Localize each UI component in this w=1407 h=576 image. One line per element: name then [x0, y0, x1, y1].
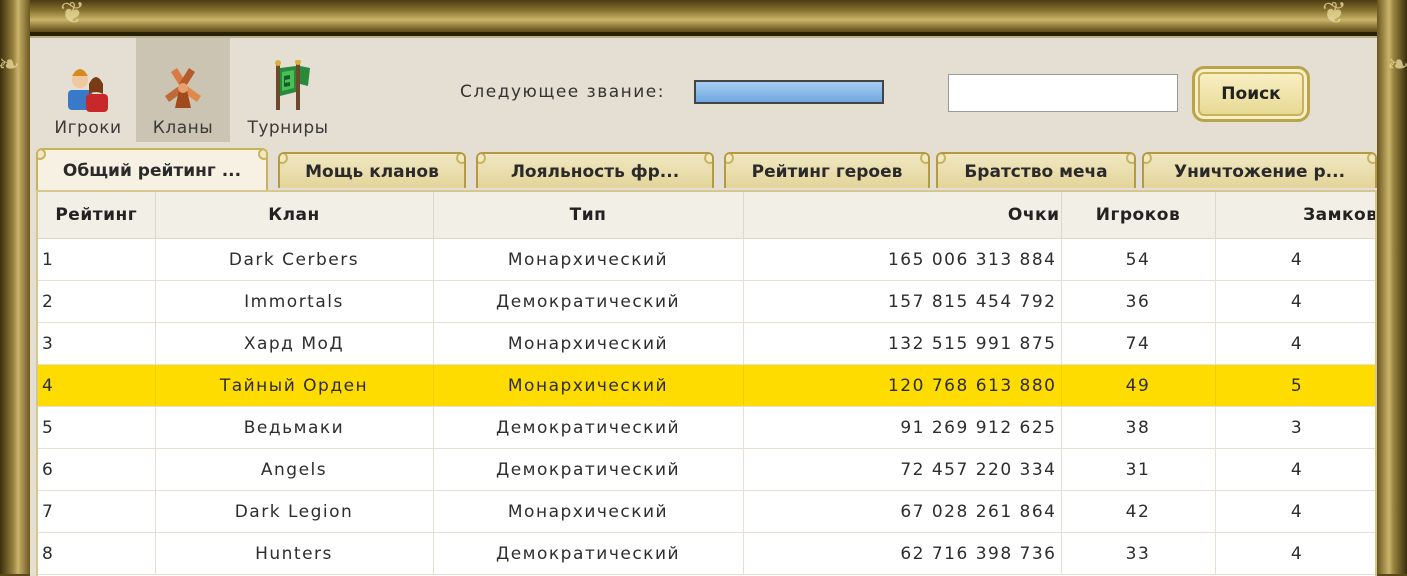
cell-type: Монархический: [433, 364, 744, 407]
nav-tournaments-label: Турниры: [247, 118, 329, 138]
cell-type: Демократический: [433, 280, 744, 323]
cell-clan[interactable]: Dark Cerbers: [155, 238, 434, 281]
cell-rank: 6: [38, 448, 156, 491]
cell-castles: 4: [1215, 322, 1375, 365]
cell-players: 54: [1061, 238, 1216, 281]
cell-players: 49: [1061, 364, 1216, 407]
cell-rank: 7: [38, 490, 156, 533]
tab-sword-brotherhood[interactable]: Братство меча: [936, 152, 1136, 188]
cell-clan[interactable]: Хард МоД: [155, 322, 434, 365]
tab-faction-loyalty[interactable]: Лояльность фр...: [476, 152, 714, 188]
ornament-icon: ❧: [0, 50, 20, 80]
cell-players: 74: [1061, 322, 1216, 365]
cell-castles: 5: [1215, 364, 1375, 407]
next-rank-progress-bar: [694, 80, 884, 104]
cell-castles: 4: [1215, 490, 1375, 533]
cell-points: 72 457 220 334: [743, 448, 1062, 491]
table-row[interactable]: 5 Ведьмаки Демократический 91 269 912 625 38…: [38, 406, 1375, 449]
cell-rank: 4: [38, 364, 156, 407]
table-row[interactable]: 8 Hunters Демократический 62 716 398 736 33 4: [38, 532, 1375, 575]
cell-castles: 4: [1215, 238, 1375, 281]
next-rank-label: Следующее звание:: [460, 82, 665, 102]
ornament-icon: ❦: [1321, 0, 1347, 31]
cell-clan[interactable]: Тайный Орден: [155, 364, 434, 407]
cell-type: Демократический: [433, 448, 744, 491]
nav-clans-label: Кланы: [152, 118, 214, 138]
nav-players-label: Игроки: [54, 118, 122, 138]
tab-overall-rating[interactable]: Общий рейтинг ...: [36, 148, 268, 190]
nav-clans[interactable]: Кланы: [136, 38, 230, 142]
col-header-rank[interactable]: Рейтинг: [38, 192, 156, 239]
cell-clan[interactable]: Ведьмаки: [155, 406, 434, 449]
cell-rank: 1: [38, 238, 156, 281]
cell-points: 132 515 991 875: [743, 322, 1062, 365]
table-row[interactable]: 6 Angels Демократический 72 457 220 334 31 4: [38, 448, 1375, 491]
cell-players: 36: [1061, 280, 1216, 323]
cell-castles: 4: [1215, 280, 1375, 323]
cell-castles: 3: [1215, 406, 1375, 449]
col-header-clan[interactable]: Клан: [155, 192, 434, 239]
table-row[interactable]: 1 Dark Cerbers Монархический 165 006 313 88…: [38, 238, 1375, 281]
cell-rank: 5: [38, 406, 156, 449]
table-row[interactable]: 2 Immortals Демократический 157 815 454 792…: [38, 280, 1375, 323]
cell-points: 165 006 313 884: [743, 238, 1062, 281]
cell-type: Монархический: [433, 490, 744, 533]
cell-points: 67 028 261 864: [743, 490, 1062, 533]
cell-castles: 4: [1215, 532, 1375, 575]
cell-rank: 2: [38, 280, 156, 323]
cell-type: Монархический: [433, 238, 744, 281]
cell-clan[interactable]: Immortals: [155, 280, 434, 323]
cell-type: Демократический: [433, 532, 744, 575]
col-header-points[interactable]: Очки: [743, 192, 1062, 239]
cell-clan[interactable]: Hunters: [155, 532, 434, 575]
ornament-icon: ❧: [1387, 50, 1407, 80]
tab-clan-power[interactable]: Мощь кланов: [278, 152, 466, 188]
window-frame-left: [0, 0, 30, 574]
cell-points: 62 716 398 736: [743, 532, 1062, 575]
cell-players: 38: [1061, 406, 1216, 449]
cell-clan[interactable]: Angels: [155, 448, 434, 491]
cell-rank: 3: [38, 322, 156, 365]
rating-tabs: Общий рейтинг ... Мощь кланов Лояльность…: [36, 148, 1377, 190]
tab-destruction[interactable]: Уничтожение р...: [1142, 152, 1377, 188]
table-header-row: Рейтинг Клан Тип Очки Игроков Замков: [38, 192, 1375, 239]
window-frame-right: [1377, 0, 1407, 574]
col-header-castles[interactable]: Замков: [1215, 192, 1375, 239]
rating-panel: Игроки Кланы Турниры Следующее звание: П…: [30, 36, 1377, 576]
cell-points: 91 269 912 625: [743, 406, 1062, 449]
col-header-type[interactable]: Тип: [433, 192, 744, 239]
tournaments-icon: [275, 60, 310, 110]
table-row[interactable]: 3 Хард МоД Монархический 132 515 991 875 74 4: [38, 322, 1375, 365]
window-frame-top: [0, 0, 1407, 36]
cell-castles: 4: [1215, 448, 1375, 491]
col-header-players[interactable]: Игроков: [1061, 192, 1216, 239]
clan-rating-table: Рейтинг Клан Тип Очки Игроков Замков 1 Da…: [36, 190, 1377, 576]
search-button[interactable]: Поиск: [1192, 66, 1310, 122]
cell-type: Монархический: [433, 322, 744, 365]
cell-rank: 8: [38, 532, 156, 575]
nav-players[interactable]: Игроки: [40, 38, 136, 142]
cell-points: 157 815 454 792: [743, 280, 1062, 323]
players-icon: [68, 69, 108, 112]
cell-players: 31: [1061, 448, 1216, 491]
cell-players: 42: [1061, 490, 1216, 533]
clans-icon: [165, 68, 201, 108]
cell-points: 120 768 613 880: [743, 364, 1062, 407]
tab-hero-rating[interactable]: Рейтинг героев: [724, 152, 930, 188]
cell-type: Демократический: [433, 406, 744, 449]
cell-players: 33: [1061, 532, 1216, 575]
ornament-icon: ❦: [60, 0, 86, 31]
cell-clan[interactable]: Dark Legion: [155, 490, 434, 533]
table-row[interactable]: 7 Dark Legion Монархический 67 028 261 864 4…: [38, 490, 1375, 533]
nav-tournaments[interactable]: Турниры: [236, 38, 340, 142]
search-input[interactable]: [948, 74, 1178, 112]
table-row[interactable]: 4 Тайный Орден Монархический 120 768 613 88…: [38, 364, 1375, 407]
